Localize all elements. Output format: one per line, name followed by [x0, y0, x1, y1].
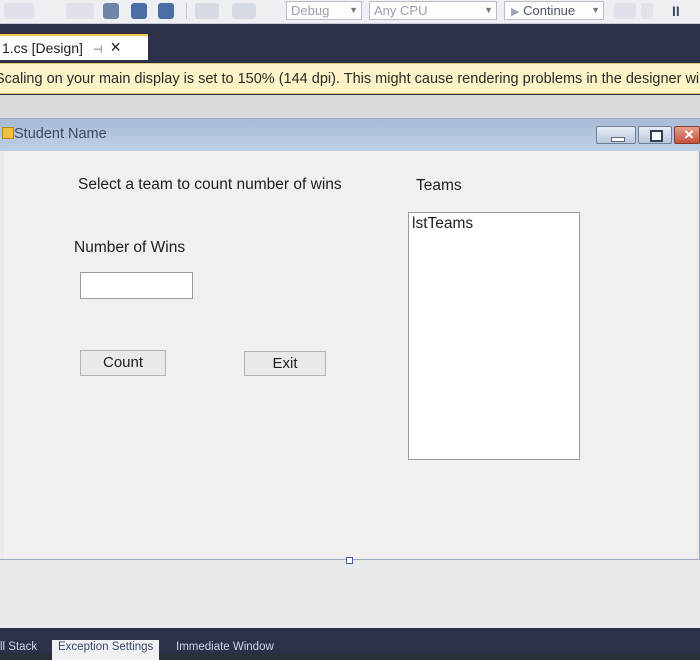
infobar-message: Scaling on your main display is set to 1…: [0, 71, 700, 87]
close-icon: ×: [684, 125, 694, 144]
new-project-icon[interactable]: [66, 3, 94, 19]
minimize-button[interactable]: [596, 126, 636, 144]
vs-toolbar: Debug ▼ Any CPU ▼ ▶ Continue ▼ II: [0, 0, 700, 24]
save-icon[interactable]: [131, 3, 147, 19]
number-of-wins-label: Number of Wins: [74, 239, 186, 256]
play-icon: ▶: [511, 6, 520, 18]
tab-immediate-window[interactable]: Immediate Window: [176, 640, 274, 660]
teams-listbox[interactable]: lstTeams: [408, 212, 580, 460]
chevron-down-icon: ▼: [591, 5, 600, 15]
tab-label: 1.cs [Design]: [2, 40, 83, 56]
toolbar-separator: [186, 3, 187, 19]
pin-icon[interactable]: ⊣: [93, 44, 103, 56]
prompt-label: Select a team to count number of wins: [78, 176, 342, 193]
close-icon[interactable]: ×: [110, 37, 121, 57]
exit-button[interactable]: Exit: [244, 351, 326, 376]
form-resize-handle[interactable]: [346, 557, 353, 564]
tab-exception-settings[interactable]: Exception Settings: [52, 640, 160, 660]
tab-form-design[interactable]: 1.cs [Design] ⊣ ×: [0, 34, 148, 60]
search-icon[interactable]: [614, 3, 636, 19]
close-button[interactable]: ×: [674, 125, 700, 144]
form-title-bar[interactable]: Student Name ×: [0, 119, 700, 151]
open-file-icon[interactable]: [103, 3, 119, 19]
chevron-down-icon: ▼: [349, 5, 358, 15]
form-client-area: Select a team to count number of wins Te…: [4, 151, 696, 559]
count-button[interactable]: Count: [80, 350, 166, 376]
chevron-down-icon: ▼: [484, 5, 493, 15]
save-all-icon[interactable]: [158, 3, 174, 19]
solution-platform-combo[interactable]: Any CPU ▼: [369, 1, 497, 20]
solution-configuration-combo[interactable]: Debug ▼: [286, 1, 362, 20]
listbox-name: lstTeams: [412, 215, 474, 232]
continue-label: Continue: [523, 3, 576, 18]
maximize-button[interactable]: [638, 126, 672, 144]
form-title: Student Name: [14, 126, 107, 142]
number-of-wins-textbox[interactable]: [80, 272, 193, 299]
continue-button[interactable]: ▶ Continue ▼: [504, 1, 604, 20]
solution-configuration-value: Debug: [291, 3, 330, 18]
form-window[interactable]: Student Name × Select a team to count nu…: [0, 118, 700, 560]
minimize-icon: [611, 137, 625, 142]
form-icon: [2, 127, 14, 139]
undo-icon[interactable]: [195, 3, 219, 19]
tab-call-stack[interactable]: ll Stack: [0, 640, 37, 660]
maximize-icon: [650, 130, 663, 142]
dpi-warning-infobar: Scaling on your main display is set to 1…: [0, 63, 700, 94]
teams-label: Teams: [416, 177, 462, 194]
pause-icon[interactable]: II: [672, 3, 680, 19]
solution-platform-value: Any CPU: [374, 3, 428, 18]
toolbar-overflow-icon[interactable]: [641, 3, 653, 19]
redo-icon[interactable]: [232, 3, 256, 19]
navigate-back-icon[interactable]: [4, 3, 34, 19]
designer-empty-area: [0, 560, 700, 630]
